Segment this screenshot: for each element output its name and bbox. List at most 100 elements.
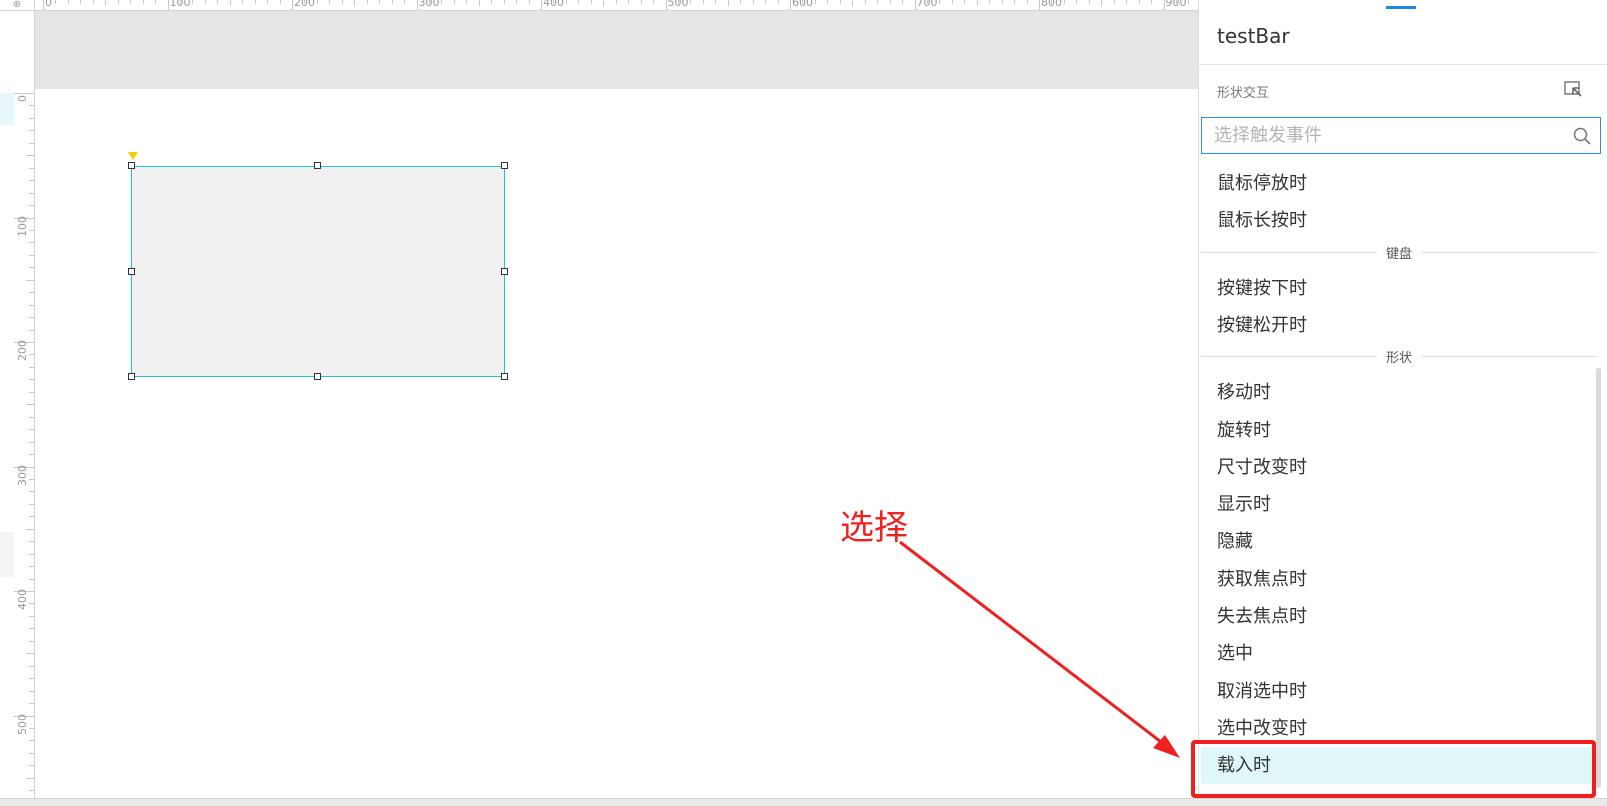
ruler-tick (29, 628, 34, 630)
ruler-tick (491, 0, 493, 4)
event-search-input[interactable] (1214, 118, 1564, 152)
ruler-tick (29, 491, 34, 493)
selected-rectangle-shape[interactable] (131, 166, 505, 377)
ruler-tick (404, 0, 406, 4)
ruler-tick (914, 0, 916, 10)
event-option[interactable]: 移动时 (1201, 374, 1597, 411)
annotation-highlight-box (1191, 740, 1596, 798)
ruler-tick (628, 0, 630, 4)
event-option[interactable]: 选中 (1201, 635, 1597, 672)
resize-handle-middle-left[interactable] (128, 268, 135, 275)
annotation-label: 选择 (840, 508, 908, 548)
ruler-tick (29, 242, 34, 244)
ruler-tick (354, 0, 356, 6)
event-option[interactable]: 取消选中时 (1201, 673, 1597, 710)
ruler-tick (1138, 0, 1140, 4)
ruler-tick (55, 0, 57, 4)
ruler-tick (29, 379, 34, 381)
event-group-label: 键盘 (1385, 246, 1412, 262)
ruler-tick (690, 0, 692, 4)
ruler-tick (92, 0, 94, 4)
ruler-tick (665, 0, 667, 10)
ruler-tick (29, 416, 34, 418)
ruler-tick (1063, 0, 1065, 4)
ruler-tick (765, 0, 767, 4)
ruler-tick (839, 0, 841, 4)
event-group-header: 键盘 (1201, 242, 1597, 262)
ruler-tick (80, 0, 82, 4)
ruler-tick (653, 0, 655, 4)
ruler-tick (379, 0, 381, 4)
ruler-tick (29, 516, 34, 518)
ruler-tick (29, 192, 34, 194)
divider (1199, 64, 1607, 65)
event-option[interactable]: 按键按下时 (1201, 270, 1597, 307)
ruler-tick (565, 0, 567, 4)
ruler-tick (29, 578, 34, 580)
ruler-tick (29, 441, 34, 443)
ruler-tick (989, 0, 991, 4)
ruler-tick (29, 354, 34, 356)
ruler-tick (29, 553, 34, 555)
ruler-tick (416, 0, 418, 10)
search-icon[interactable] (1572, 126, 1592, 146)
ruler-tick (1001, 0, 1003, 4)
shape-anchor-icon (128, 152, 138, 160)
resize-handle-middle-right[interactable] (501, 268, 508, 275)
ruler-tick (29, 752, 34, 754)
event-option[interactable]: 旋转时 (1201, 412, 1597, 449)
ruler-tick (752, 0, 754, 4)
event-group-header: 形状 (1201, 346, 1597, 366)
ruler-tick (453, 0, 455, 4)
ruler-tick (889, 0, 891, 4)
event-option[interactable]: 失去焦点时 (1201, 598, 1597, 635)
ruler-label: 300 (16, 464, 29, 486)
resize-handle-bottom-middle[interactable] (314, 373, 321, 380)
ruler-tick (292, 0, 293, 10)
ruler-tick (777, 0, 779, 4)
event-option[interactable]: 隐藏 (1201, 523, 1597, 560)
event-option[interactable]: 鼠标停放时 (1201, 165, 1597, 202)
section-label: 形状交互 (1217, 86, 1270, 101)
event-option[interactable]: 按键松开时 (1201, 307, 1597, 344)
ruler-tick (130, 0, 132, 4)
ruler-tick (29, 640, 34, 642)
ruler-label: 100 (169, 0, 191, 9)
ruler-label: 200 (294, 0, 315, 9)
resize-handle-top-middle[interactable] (314, 162, 321, 169)
ruler-tick (105, 0, 107, 6)
event-option[interactable]: 鼠标长按时 (1201, 202, 1597, 239)
event-option[interactable]: 获取焦点时 (1201, 561, 1597, 598)
ruler-tick (341, 0, 343, 4)
event-list-scrollbar[interactable] (1596, 368, 1601, 788)
ruler-tick (640, 0, 642, 4)
ruler-tick (29, 229, 34, 231)
resize-handle-top-left[interactable] (128, 162, 135, 169)
ruler-tick (1026, 0, 1028, 4)
event-group-label: 形状 (1385, 351, 1412, 367)
ruler-tick (29, 130, 34, 132)
ruler-tick (478, 0, 480, 6)
resize-handle-bottom-left[interactable] (128, 373, 135, 380)
event-option[interactable]: 尺寸改变时 (1201, 449, 1597, 486)
ruler-label: 800 (1041, 0, 1062, 9)
horizontal-ruler: 0 100 200 300 400 500 600 700 800 900 (0, 0, 1198, 11)
resize-handle-top-right[interactable] (501, 162, 508, 169)
resize-handle-bottom-right[interactable] (501, 373, 508, 380)
event-option[interactable]: 显示时 (1201, 486, 1597, 523)
ruler-tick (1113, 0, 1115, 4)
ruler-tick (29, 740, 34, 742)
ruler-tick (29, 142, 34, 144)
ruler-tick (217, 0, 219, 4)
ruler-tick (29, 117, 34, 119)
ruler-origin-icon[interactable]: ⊕ (0, 0, 35, 11)
ruler-tick (790, 0, 791, 10)
ruler-label: 400 (543, 0, 564, 9)
ruler-tick (29, 292, 34, 294)
ruler-tick (29, 678, 34, 680)
event-search-box[interactable] (1201, 117, 1601, 154)
ruler-tick (43, 0, 44, 10)
ruler-tick (279, 0, 281, 4)
pick-target-icon[interactable] (1563, 80, 1583, 100)
ruler-tick (29, 167, 34, 169)
